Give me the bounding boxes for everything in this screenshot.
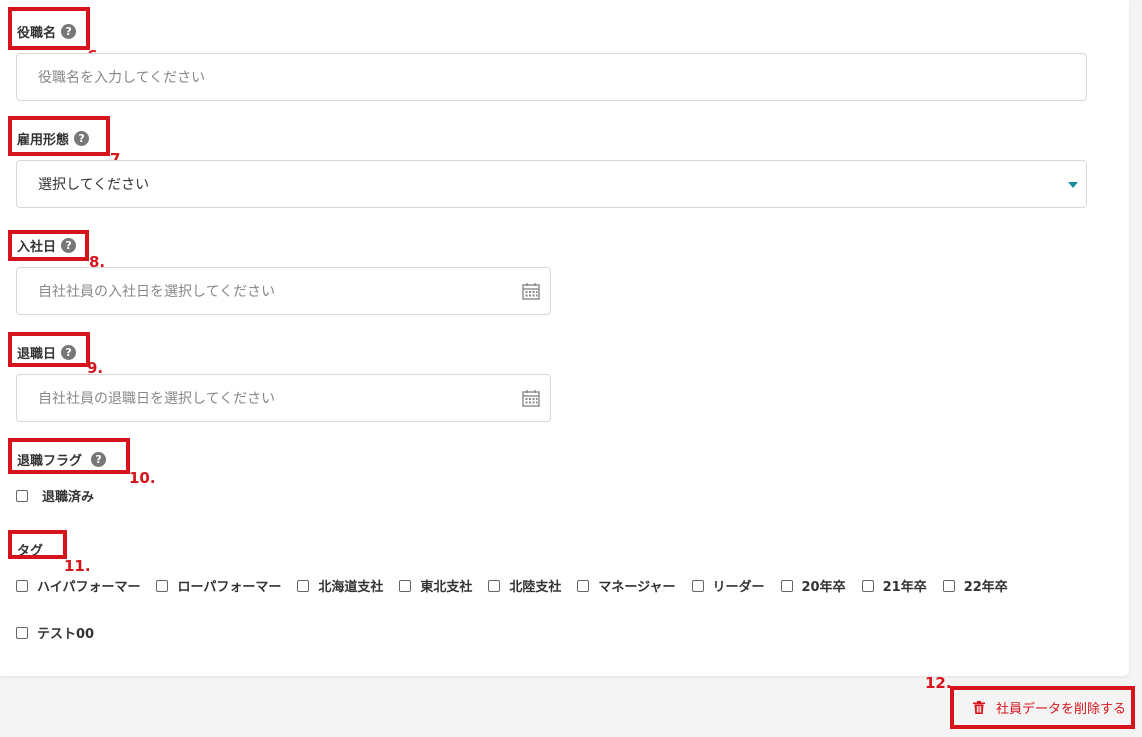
tag-checkbox-item[interactable]: 北陸支社: [488, 576, 561, 595]
tag-checkbox-item[interactable]: 21年卒: [861, 576, 927, 595]
help-icon[interactable]: ?: [61, 345, 77, 360]
job-title-input[interactable]: 役職名を入力してください: [16, 53, 1087, 101]
job-title-label: 役職名 ?: [17, 22, 77, 41]
tag-checkbox[interactable]: [399, 579, 412, 592]
tag-checkbox[interactable]: [577, 579, 590, 592]
employment-type-label: 雇用形態 ?: [17, 129, 90, 148]
help-icon[interactable]: ?: [91, 452, 107, 467]
calendar-icon[interactable]: [522, 389, 540, 407]
tag-checkbox-item[interactable]: マネージャー: [577, 576, 676, 595]
tag-checkbox[interactable]: [780, 579, 793, 592]
tags-label: タグ: [17, 544, 44, 559]
tag-checkbox-item[interactable]: テスト00: [16, 623, 94, 642]
tag-checkbox[interactable]: [861, 579, 874, 592]
tag-checkbox[interactable]: [16, 579, 28, 592]
chevron-down-icon: [1068, 182, 1078, 188]
help-icon[interactable]: ?: [74, 131, 90, 146]
hire-date-label: 入社日 ?: [17, 236, 77, 255]
help-icon[interactable]: ?: [61, 238, 77, 253]
retired-checkbox[interactable]: [16, 489, 28, 502]
employee-form-card: 役職名 ? 6. 役職名を入力してください 雇用形態 ? 7. 選択してください…: [0, 0, 1129, 676]
retire-date-input[interactable]: 自社社員の退職日を選択してください: [16, 374, 551, 422]
tag-checkbox-item[interactable]: ハイパフォーマー: [16, 576, 140, 595]
tag-checkbox-item[interactable]: リーダー: [691, 576, 765, 595]
delete-employee-button[interactable]: 社員データを削除する: [950, 686, 1135, 729]
tag-checkbox[interactable]: [16, 626, 28, 639]
tag-checkbox-item[interactable]: 22年卒: [942, 576, 1008, 595]
step-number: 11.: [64, 557, 91, 575]
tag-checkbox-item[interactable]: 北海道支社: [297, 576, 383, 595]
tag-checkbox[interactable]: [297, 579, 310, 592]
tag-checkbox-item[interactable]: ローパフォーマー: [156, 576, 281, 595]
tag-checkbox-item[interactable]: 20年卒: [780, 576, 846, 595]
tag-checkbox[interactable]: [942, 579, 955, 592]
help-icon[interactable]: ?: [61, 24, 77, 39]
tag-checkbox[interactable]: [488, 579, 501, 592]
tag-checkbox[interactable]: [156, 579, 169, 592]
tag-checkbox-item[interactable]: 東北支社: [399, 576, 472, 595]
calendar-icon[interactable]: [522, 282, 540, 300]
tag-list: ハイパフォーマー ローパフォーマー 北海道支社 東北支社 北陸支社 マネージャー…: [16, 576, 1008, 595]
retired-checkbox-row[interactable]: 退職済み: [16, 486, 94, 505]
tag-list-row-2: テスト00: [16, 623, 110, 642]
hire-date-input[interactable]: 自社社員の入社日を選択してください: [16, 267, 551, 315]
tag-checkbox[interactable]: [691, 579, 704, 592]
retired-flag-label: 退職フラグ ?: [17, 450, 107, 469]
employment-type-select[interactable]: 選択してください: [16, 160, 1087, 208]
retire-date-label: 退職日 ?: [17, 343, 77, 362]
step-number: 12.: [925, 674, 952, 692]
trash-icon: [972, 701, 985, 714]
step-number: 10.: [129, 469, 156, 487]
